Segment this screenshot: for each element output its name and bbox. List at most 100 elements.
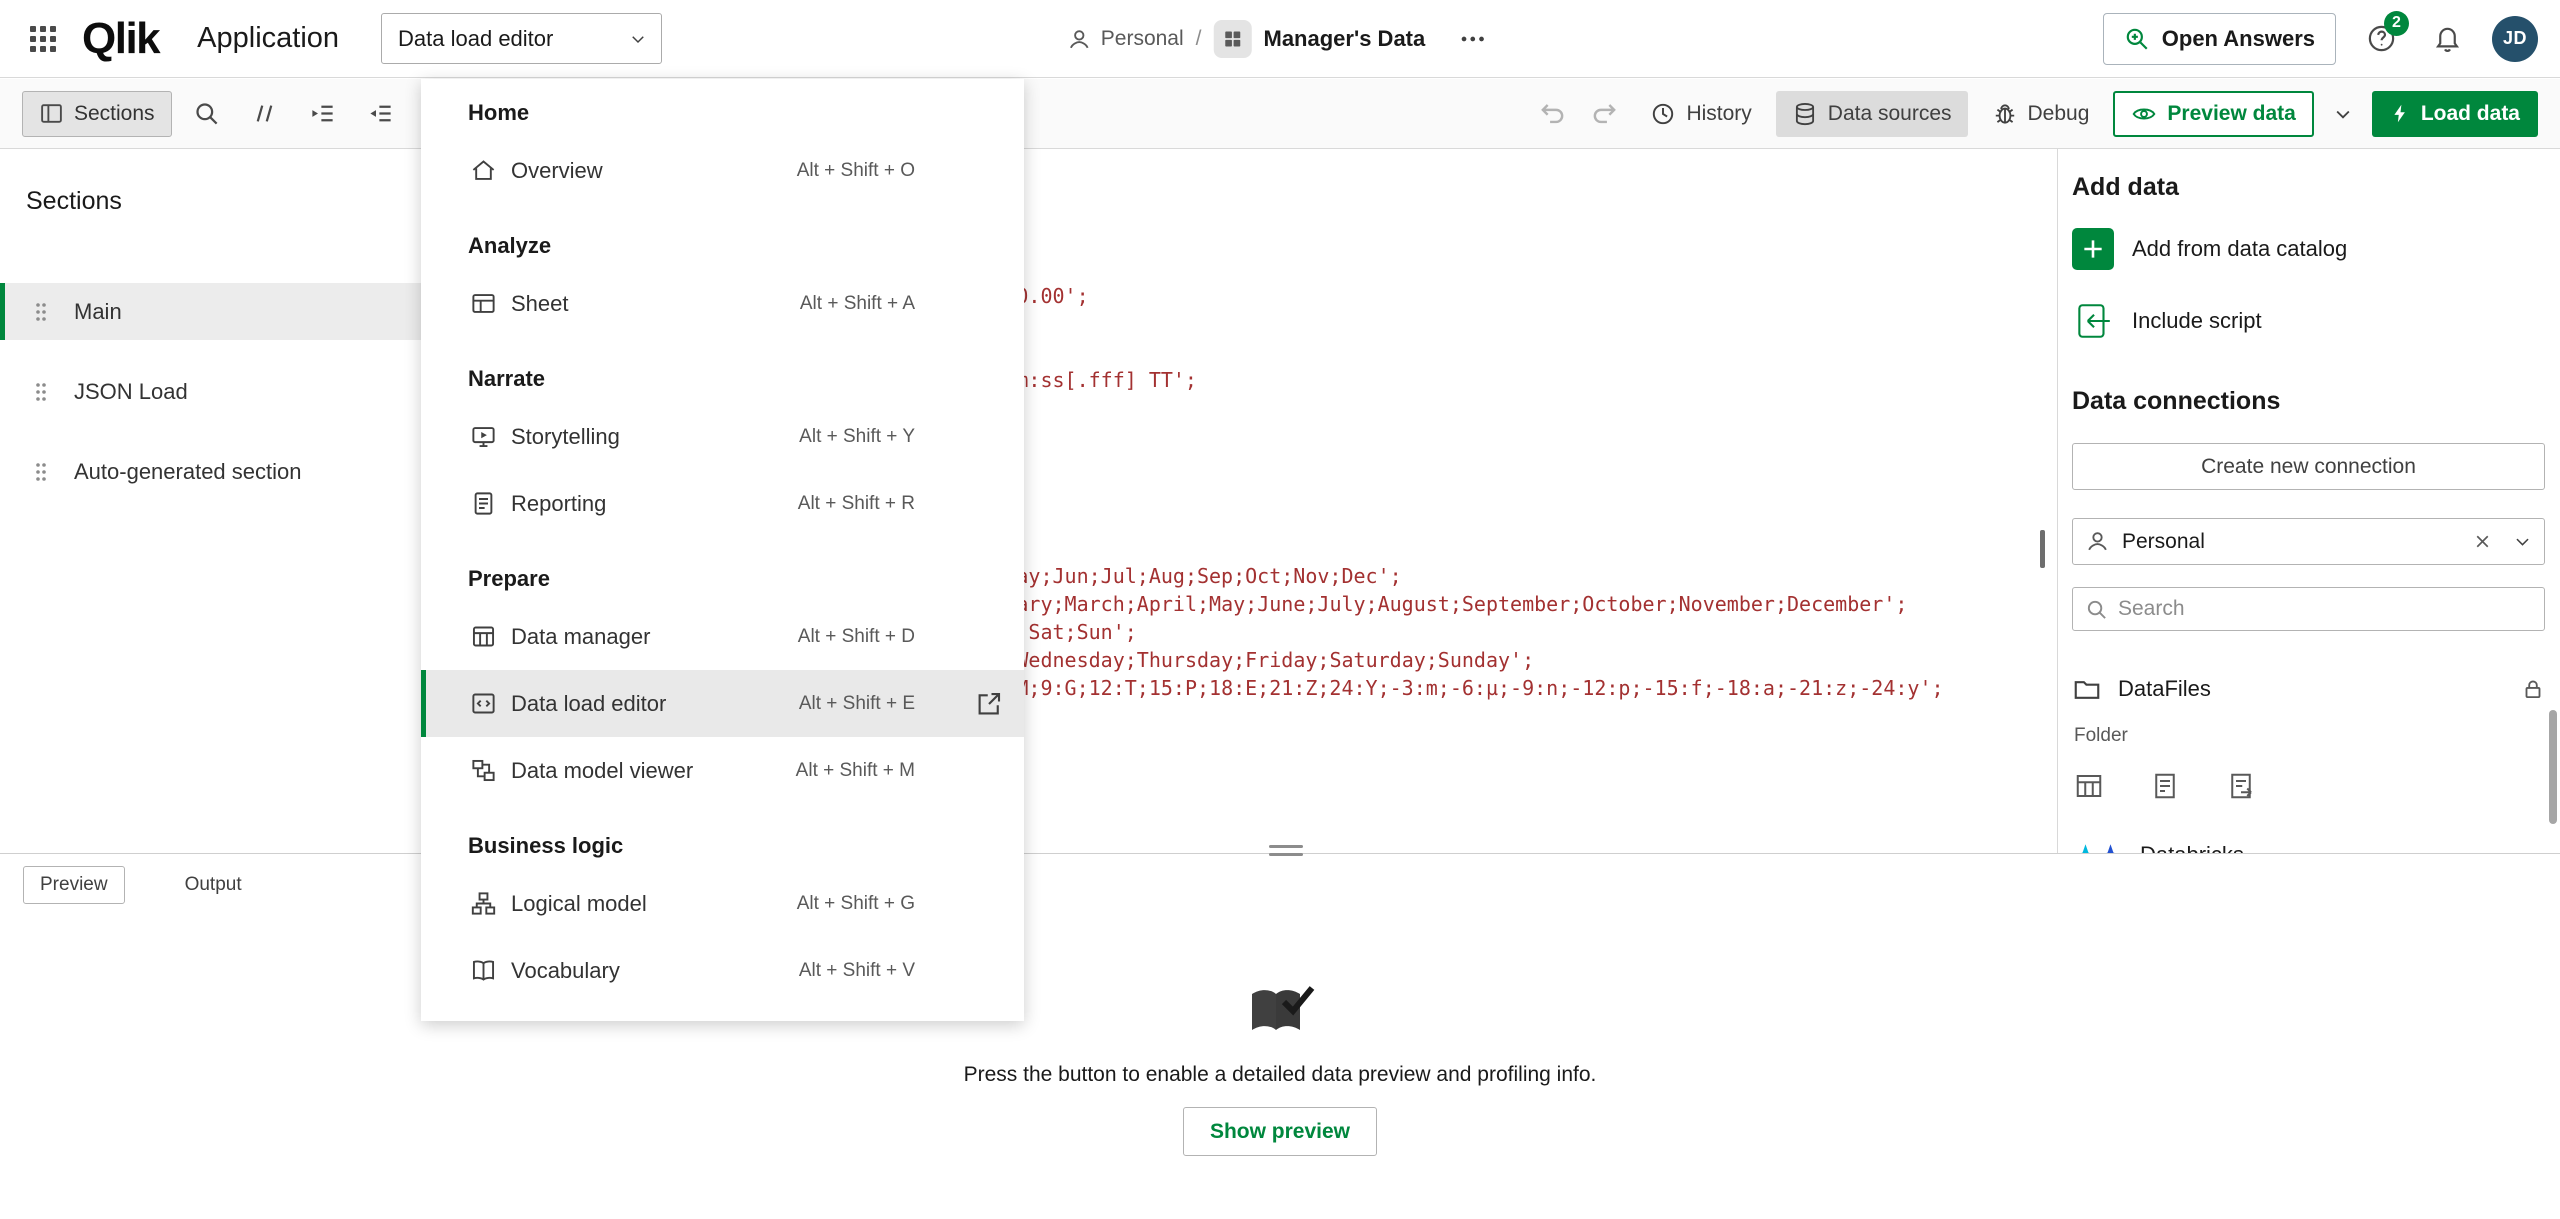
menu-item-label: Vocabulary	[511, 958, 785, 984]
menu-item-overview[interactable]: Overview Alt + Shift + O	[421, 137, 1024, 204]
drag-handle-icon[interactable]	[34, 461, 48, 483]
menu-item-shortcut: Alt + Shift + O	[797, 160, 915, 182]
preview-data-button[interactable]: Preview data	[2113, 91, 2313, 137]
notifications-button[interactable]	[2426, 18, 2468, 60]
menu-item-data-model-viewer[interactable]: Data model viewerAlt + Shift + M	[421, 737, 1024, 804]
tab-preview[interactable]: Preview	[23, 866, 125, 904]
data-panel-resize-handle[interactable]	[2040, 530, 2045, 568]
top-bar: Qlik Application Data load editor Person…	[0, 0, 2560, 78]
qlik-logo: Qlik	[82, 0, 159, 78]
plus-icon	[2072, 228, 2114, 270]
reporting-icon	[470, 490, 497, 517]
select-data-button[interactable]	[2072, 769, 2106, 803]
panel-resize-grip[interactable]	[1269, 845, 1303, 861]
redo-button[interactable]	[1582, 91, 1626, 137]
sections-toggle-label: Sections	[74, 102, 155, 126]
menu-item-sheet[interactable]: SheetAlt + Shift + A	[421, 270, 1024, 337]
create-new-connection-button[interactable]: Create new connection	[2072, 443, 2545, 490]
menu-item-label: Overview	[511, 158, 783, 184]
clear-filter-icon[interactable]	[2472, 531, 2493, 552]
menu-item-shortcut: Alt + Shift + D	[798, 626, 915, 648]
book-check-icon	[1240, 980, 1320, 1044]
menu-item-shortcut: Alt + Shift + V	[799, 960, 915, 982]
menu-group-prepare: PrepareData managerAlt + Shift + DData l…	[421, 555, 1024, 804]
load-options-caret-button[interactable]	[2322, 91, 2364, 137]
include-script-button[interactable]: Include script	[2072, 300, 2262, 342]
breadcrumb-space[interactable]: Personal	[1067, 27, 1184, 52]
menu-group-title: Analyze	[421, 222, 1024, 270]
connections-search[interactable]	[2072, 587, 2545, 631]
data-connections-title: Data connections	[2072, 387, 2280, 416]
search-icon	[2085, 598, 2108, 621]
answers-search-icon	[2124, 26, 2150, 52]
menu-item-shortcut: Alt + Shift + R	[798, 493, 915, 515]
search-icon	[193, 100, 220, 127]
data-panel: Add data Add from data catalog Include s…	[2057, 149, 2560, 853]
notification-badge: 2	[2384, 11, 2409, 36]
section-item-main[interactable]: Main	[0, 283, 426, 340]
undo-button[interactable]	[1530, 91, 1574, 137]
indent-button[interactable]	[300, 91, 346, 137]
space-filter-dropdown[interactable]: Personal	[2072, 518, 2545, 565]
section-item-label: Main	[74, 299, 122, 325]
menu-item-storytelling[interactable]: StorytellingAlt + Shift + Y	[421, 403, 1024, 470]
search-button[interactable]	[184, 91, 230, 137]
menu-group-title: Prepare	[421, 555, 1024, 603]
outdent-button[interactable]	[358, 91, 404, 137]
menu-item-label: Reporting	[511, 491, 784, 517]
menu-item-reporting[interactable]: Reporting Alt + Shift + R	[421, 470, 1024, 537]
breadcrumb-separator: /	[1196, 27, 1202, 51]
history-button[interactable]: History	[1634, 91, 1767, 137]
avatar[interactable]: JD	[2492, 16, 2538, 62]
menu-item-label: Storytelling	[511, 424, 785, 450]
add-from-catalog-button[interactable]: Add from data catalog	[2072, 228, 2347, 270]
debug-button[interactable]: Debug	[1976, 91, 2106, 137]
connection-name: DataFiles	[2118, 676, 2504, 702]
section-item-json-load[interactable]: JSON Load	[0, 363, 426, 420]
sheet-icon	[470, 290, 497, 317]
menu-item-vocabulary[interactable]: Vocabulary Alt + Shift + V	[421, 937, 1024, 1004]
section-list: Main JSON Load Auto-generated section	[0, 283, 426, 523]
connection-actions	[2072, 769, 2258, 803]
open-in-new-icon[interactable]	[974, 689, 1004, 719]
open-answers-button[interactable]: Open Answers	[2103, 13, 2336, 65]
logical-model-icon	[470, 890, 497, 917]
section-item-auto-generated-section[interactable]: Auto-generated section	[0, 443, 426, 500]
edit-script-button[interactable]	[2148, 769, 2182, 803]
connections-scrollbar[interactable]	[2549, 710, 2557, 824]
history-label: History	[1686, 102, 1751, 126]
menu-item-data-manager[interactable]: Data managerAlt + Shift + D	[421, 603, 1024, 670]
help-button[interactable]: 2	[2360, 18, 2402, 60]
menu-group-title: Business logic	[421, 822, 1024, 870]
comment-slashes-icon	[251, 100, 278, 127]
chevron-down-icon	[629, 30, 647, 48]
ellipsis-icon	[1458, 24, 1488, 54]
show-preview-button[interactable]: Show preview	[1183, 1107, 1377, 1156]
app-launcher-button[interactable]	[20, 16, 66, 62]
connection-datafiles[interactable]: DataFiles	[2058, 663, 2560, 715]
comment-button[interactable]	[242, 91, 288, 137]
bell-icon	[2433, 24, 2462, 53]
app-name[interactable]: Manager's Data	[1264, 26, 1426, 52]
debug-bug-icon	[1992, 101, 2018, 127]
load-data-button[interactable]: Load data	[2372, 91, 2538, 137]
view-selector-dropdown[interactable]: Data load editor	[381, 13, 662, 64]
navigation-menu: HomeOverviewAlt + Shift + OAnalyzeSheetA…	[421, 79, 1024, 1021]
menu-group-business-logic: Business logicLogical modelAlt + Shift +…	[421, 822, 1024, 1004]
data-sources-button[interactable]: Data sources	[1776, 91, 1968, 137]
connections-search-input[interactable]	[2118, 597, 2532, 621]
app-more-menu-button[interactable]	[1453, 19, 1493, 59]
menu-item-logical-model[interactable]: Logical modelAlt + Shift + G	[421, 870, 1024, 937]
sections-panel: Sections MainJSON LoadAuto-generated sec…	[0, 149, 428, 853]
undo-icon	[1538, 99, 1567, 128]
drag-handle-icon[interactable]	[34, 301, 48, 323]
sections-toggle-button[interactable]: Sections	[22, 91, 172, 137]
add-data-title: Add data	[2072, 173, 2179, 202]
menu-item-data-load-editor[interactable]: Data load editorAlt + Shift + E	[421, 670, 1024, 737]
breadcrumb: Personal / Manager's Data	[1067, 0, 1493, 78]
drag-handle-icon[interactable]	[34, 381, 48, 403]
space-filter-value: Personal	[2122, 530, 2460, 554]
tab-output[interactable]: Output	[169, 866, 258, 904]
connection-databricks[interactable]: Databricks	[2058, 829, 2560, 853]
insert-connection-string-button[interactable]	[2224, 769, 2258, 803]
